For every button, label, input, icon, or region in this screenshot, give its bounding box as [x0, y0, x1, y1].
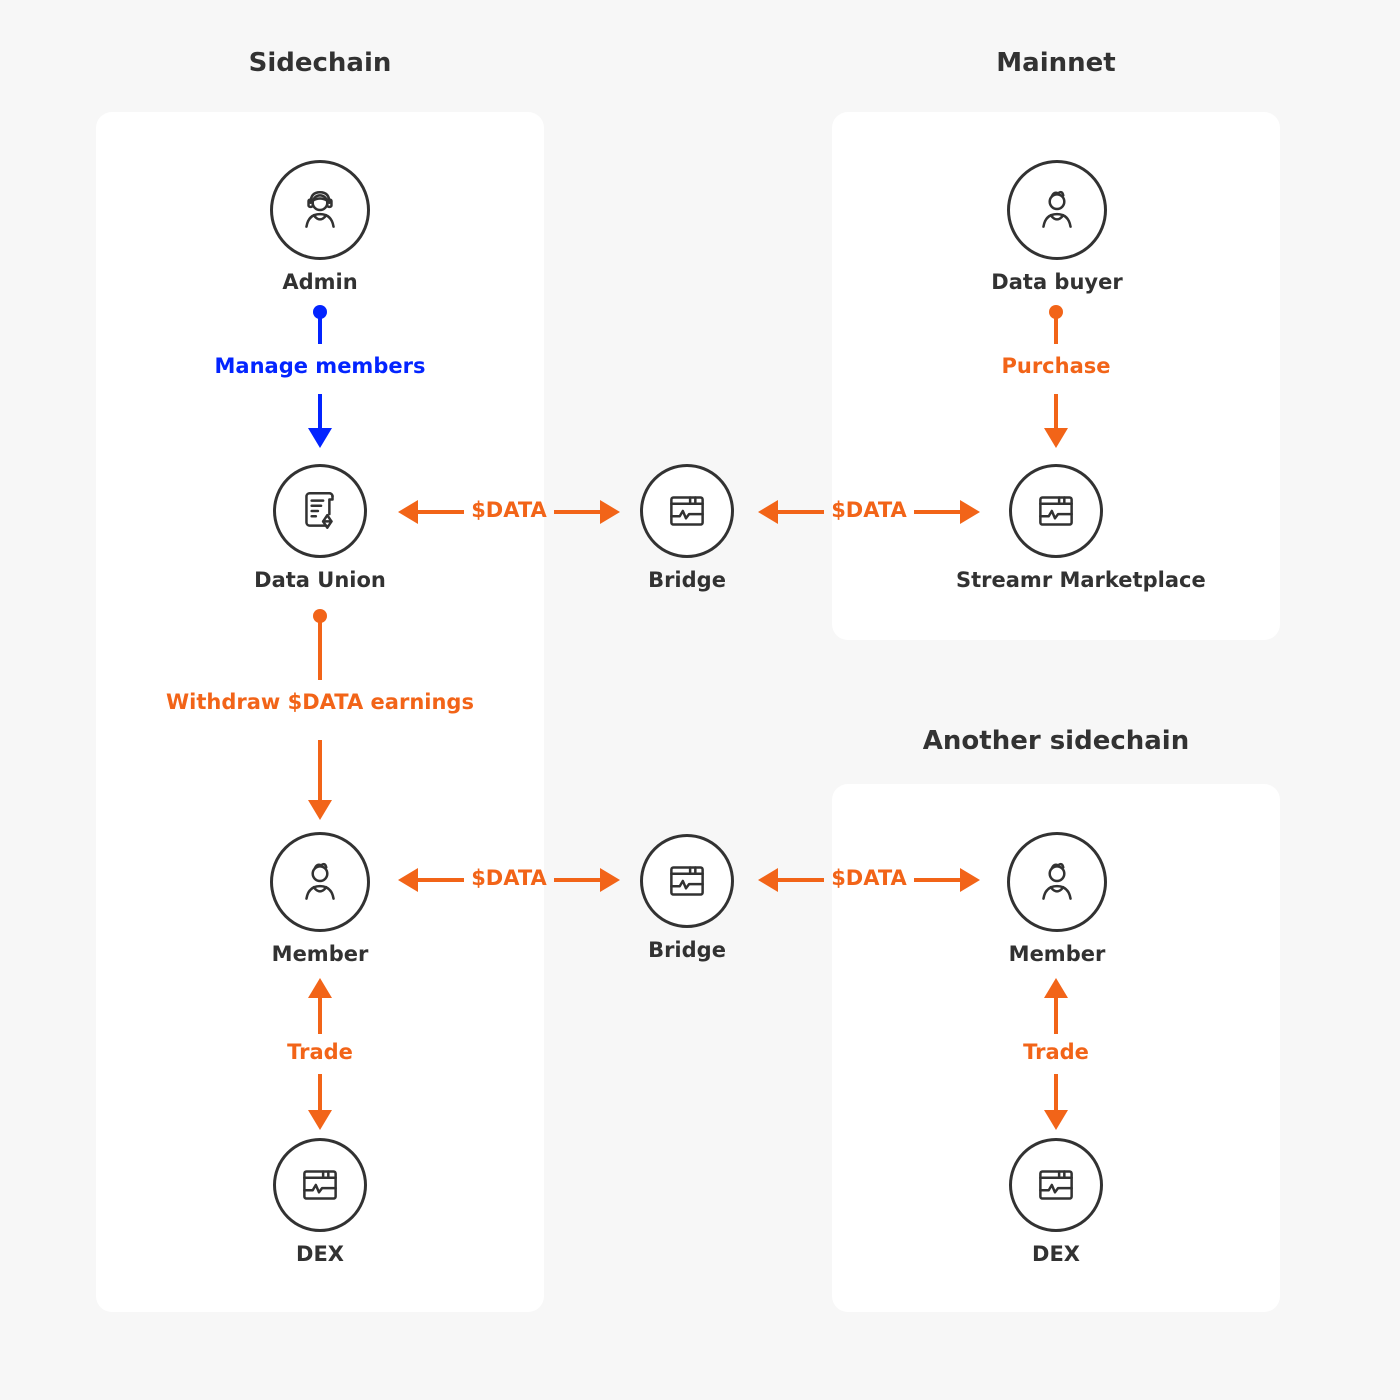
bridge-top-label: Bridge [648, 568, 726, 592]
marketplace-label: Streamr Marketplace [956, 568, 1206, 592]
bridge-bottom-node[interactable]: Bridge [587, 834, 787, 962]
member-label: Member [271, 942, 369, 966]
app-window-icon [1031, 486, 1081, 536]
contract-document-icon [295, 486, 345, 536]
dex2-node[interactable]: DEX [956, 1138, 1156, 1266]
user-icon [295, 857, 345, 907]
trade-left-label: Trade [287, 1040, 353, 1064]
dex-label: DEX [296, 1242, 344, 1266]
trade-right-label: Trade [1023, 1040, 1089, 1064]
marketplace-node[interactable]: Streamr Marketplace [956, 464, 1206, 592]
data-buyer-node[interactable]: Data buyer [957, 160, 1157, 294]
data-union-label: Data Union [254, 568, 386, 592]
purchase-label: Purchase [1001, 354, 1111, 378]
manage-members-label: Manage members [214, 354, 426, 378]
member2-label: Member [1008, 942, 1106, 966]
app-window-icon [295, 1160, 345, 1210]
app-window-icon [1031, 1160, 1081, 1210]
bridge-bottom-label: Bridge [648, 938, 726, 962]
data-buyer-label: Data buyer [991, 270, 1123, 294]
mainnet-title: Mainnet [996, 48, 1116, 78]
app-window-icon [662, 856, 712, 906]
user-icon [1032, 185, 1082, 235]
withdraw-label: Withdraw $DATA earnings [166, 690, 474, 714]
sidechain-title: Sidechain [248, 48, 392, 78]
admin-node[interactable]: Admin [220, 160, 420, 294]
bridge-top-node[interactable]: Bridge [587, 464, 787, 592]
dex2-label: DEX [1032, 1242, 1080, 1266]
member2-node[interactable]: Member [957, 832, 1157, 966]
data-union-node[interactable]: Data Union [220, 464, 420, 592]
another-sidechain-title: Another sidechain [922, 726, 1190, 756]
admin-label: Admin [282, 270, 358, 294]
dex-node[interactable]: DEX [220, 1138, 420, 1266]
app-window-icon [662, 486, 712, 536]
admin-headset-icon [295, 185, 345, 235]
user-icon [1032, 857, 1082, 907]
member-node[interactable]: Member [220, 832, 420, 966]
